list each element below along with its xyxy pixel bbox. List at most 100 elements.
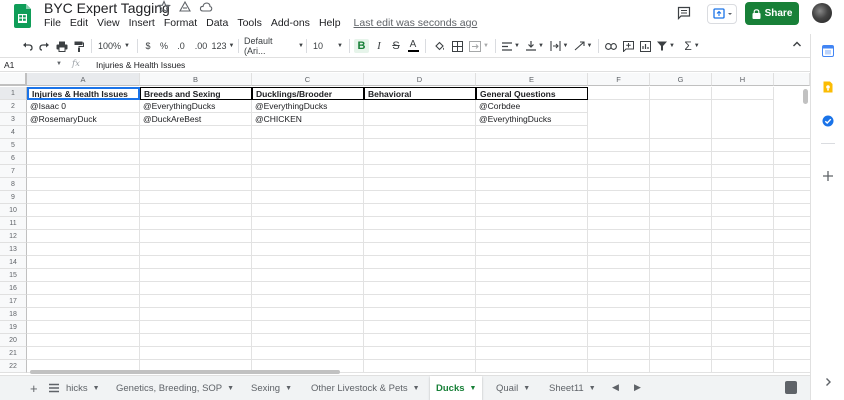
cell-b1[interactable]: Breeds and Sexing [140,87,252,100]
cell-a2[interactable]: @Isaac 0 [27,100,140,113]
column-header-c[interactable]: C [252,73,364,86]
cell-g1[interactable] [650,87,712,100]
row-header[interactable]: 17 [0,295,27,308]
row-header[interactable]: 22 [0,360,27,373]
select-all-corner[interactable] [0,73,27,86]
column-header-h[interactable]: H [712,73,774,86]
last-edit-link[interactable]: Last edit was seconds ago [354,17,478,29]
font-select[interactable]: Default (Ari... ▼ [244,36,304,56]
menu-add-ons[interactable]: Add-ons [271,17,310,29]
empty-grid-area[interactable] [27,126,810,373]
chevron-right-icon[interactable] [822,376,834,388]
menu-view[interactable]: View [97,17,120,29]
menu-insert[interactable]: Insert [129,17,155,29]
menu-edit[interactable]: Edit [70,17,88,29]
row-header[interactable]: 18 [0,308,27,321]
menu-tools[interactable]: Tools [237,17,262,29]
tasks-icon[interactable] [822,115,834,127]
tab-chicks[interactable]: hicks ▼ [60,376,106,400]
cell-d3[interactable] [364,113,476,126]
chevron-up-icon[interactable] [792,39,802,49]
cell-a1[interactable]: Injuries & Health Issues [27,87,140,100]
cell-c2[interactable]: @EverythingDucks [252,100,364,113]
cell-f1[interactable] [588,87,650,100]
merge-cells-icon[interactable]: ▼ [468,39,490,53]
name-box[interactable]: A1 [4,59,60,71]
cell-b3[interactable]: @DuckAreBest [140,113,252,126]
column-header-g[interactable]: G [650,73,712,86]
cell-a3[interactable]: @RosemaryDuck [27,113,140,126]
row-header[interactable]: 20 [0,334,27,347]
strikethrough-icon[interactable]: S [389,39,403,53]
tab-other-livestock-pets[interactable]: Other Livestock & Pets ▼ [305,376,426,400]
formula-input[interactable]: Injuries & Health Issues [96,60,185,70]
menu-file[interactable]: File [44,17,61,29]
row-header[interactable]: 9 [0,191,27,204]
decrease-decimal-button[interactable]: .0 [175,39,187,53]
comments-icon[interactable] [677,6,691,20]
row-header[interactable]: 2 [0,100,27,113]
more-formats-button[interactable]: 123 ▼ [212,39,235,53]
row-header[interactable]: 8 [0,178,27,191]
cell-h1[interactable] [712,87,774,100]
row-header[interactable]: 13 [0,243,27,256]
horizontal-scrollbar[interactable] [30,370,340,374]
tab-sexing[interactable]: Sexing ▼ [245,376,298,400]
menu-help[interactable]: Help [319,17,341,29]
vertical-scrollbar[interactable] [803,89,808,104]
cell-e1[interactable]: General Questions [476,87,588,100]
avatar[interactable] [812,3,832,23]
scroll-tabs-left-icon[interactable]: ◀ [612,382,619,393]
zoom-select[interactable]: 100% ▼ [97,39,131,53]
column-header-a[interactable]: A [27,73,140,86]
scroll-tabs-right-icon[interactable]: ▶ [634,382,641,393]
move-to-folder-icon[interactable] [178,0,192,14]
row-header[interactable]: 11 [0,217,27,230]
add-sheet-button[interactable]: + [30,381,38,396]
all-sheets-icon[interactable] [49,383,59,393]
cell-c3[interactable]: @CHICKEN [252,113,364,126]
tab-quail[interactable]: Quail ▼ [490,376,536,400]
text-color-icon[interactable]: A [406,39,420,53]
row-header[interactable]: 12 [0,230,27,243]
paint-format-icon[interactable] [72,39,86,53]
cell-c1[interactable]: Ducklings/Brooder [252,87,364,100]
row-header[interactable]: 19 [0,321,27,334]
calendar-icon[interactable] [822,45,834,57]
fill-color-icon[interactable] [432,39,446,53]
row-header[interactable]: 16 [0,282,27,295]
explore-icon[interactable] [785,381,797,394]
format-currency-button[interactable]: $ [143,39,153,53]
row-header[interactable]: 15 [0,269,27,282]
filter-icon[interactable]: ▼ [656,39,676,53]
cell-e2[interactable]: @Corbdee [476,100,588,113]
document-title[interactable]: BYC Expert Tagging [44,0,170,16]
sheets-logo-icon[interactable] [14,4,31,28]
insert-chart-icon[interactable] [638,39,652,53]
column-header-d[interactable]: D [364,73,476,86]
borders-icon[interactable] [450,39,464,53]
cell-e3[interactable]: @EverythingDucks [476,113,588,126]
column-header-f[interactable]: F [588,73,650,86]
undo-icon[interactable] [20,39,34,53]
present-button[interactable] [707,4,737,24]
italic-icon[interactable]: I [372,39,386,53]
tab-genetics-breeding-sop[interactable]: Genetics, Breeding, SOP ▼ [110,376,240,400]
insert-link-icon[interactable] [604,39,618,53]
row-header[interactable]: 21 [0,347,27,360]
row-header[interactable]: 7 [0,165,27,178]
cell-d1[interactable]: Behavioral [364,87,476,100]
row-header[interactable]: 3 [0,113,27,126]
cloud-saved-icon[interactable] [199,0,213,14]
cell-b2[interactable]: @EverythingDucks [140,100,252,113]
menu-data[interactable]: Data [206,17,228,29]
row-header[interactable]: 14 [0,256,27,269]
font-size-select[interactable]: 10 ▼ [313,39,343,53]
share-button[interactable]: Share [745,2,799,25]
row-header[interactable]: 4 [0,126,27,139]
format-percent-button[interactable]: % [159,39,169,53]
increase-decimal-button[interactable]: .00 [193,39,209,53]
column-header-e[interactable]: E [476,73,588,86]
row-header[interactable]: 5 [0,139,27,152]
bold-icon[interactable]: B [354,39,369,53]
